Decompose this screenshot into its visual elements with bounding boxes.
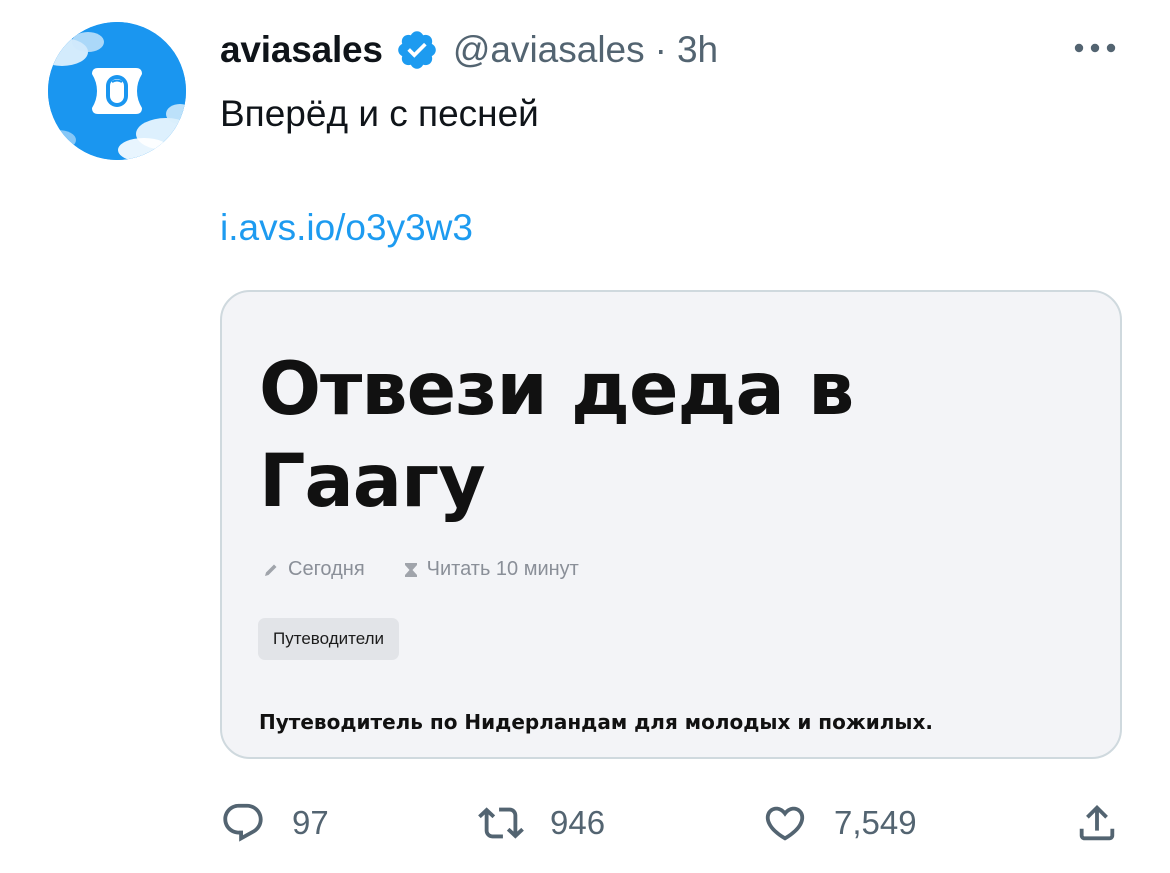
card-meta: Сегодня Читать 10 минут [262, 558, 579, 581]
card-title: Отвези деда в Гаагу [259, 347, 854, 524]
avatar[interactable] [48, 22, 186, 160]
verified-badge-icon [395, 28, 439, 72]
like-button[interactable]: 7,549 [762, 798, 917, 848]
retweet-icon [478, 807, 524, 839]
card-date-label: Сегодня [288, 558, 365, 580]
link-preview-card[interactable]: Отвези деда в Гаагу Сегодня Читать 10 ми… [220, 290, 1122, 759]
display-name[interactable]: aviasales [220, 29, 383, 71]
card-date: Сегодня [262, 558, 365, 581]
pencil-icon [265, 564, 277, 576]
retweet-count: 946 [550, 804, 606, 841]
reply-count: 97 [292, 804, 329, 841]
heart-icon [765, 806, 805, 841]
header-separator: · [654, 29, 667, 70]
more-options-icon[interactable] [1072, 38, 1118, 58]
share-icon [1079, 804, 1115, 841]
tweet-link[interactable]: i.avs.io/o3y3w3 [220, 204, 473, 252]
tweet-header: aviasales @aviasales · 3h [220, 26, 718, 74]
card-description: Путеводитель по Нидерландам для молодых … [259, 710, 934, 734]
tweet-actions: 97 946 7,549 [220, 798, 1124, 848]
airplane-window-icon [48, 22, 186, 160]
card-read-time-label: Читать 10 минут [426, 558, 579, 580]
card-tag: Путеводители [258, 618, 400, 660]
reply-button[interactable]: 97 [220, 798, 329, 848]
reply-icon [223, 803, 263, 842]
like-count: 7,549 [834, 804, 917, 841]
retweet-button[interactable]: 946 [478, 798, 605, 848]
card-read-time: Читать 10 минут [403, 558, 579, 581]
share-button[interactable] [1074, 798, 1120, 848]
user-handle[interactable]: @aviasales [453, 29, 645, 71]
hourglass-icon [404, 562, 417, 577]
tweet-timestamp[interactable]: 3h [677, 29, 718, 71]
tweet-text: Вперёд и с песней [220, 93, 539, 134]
